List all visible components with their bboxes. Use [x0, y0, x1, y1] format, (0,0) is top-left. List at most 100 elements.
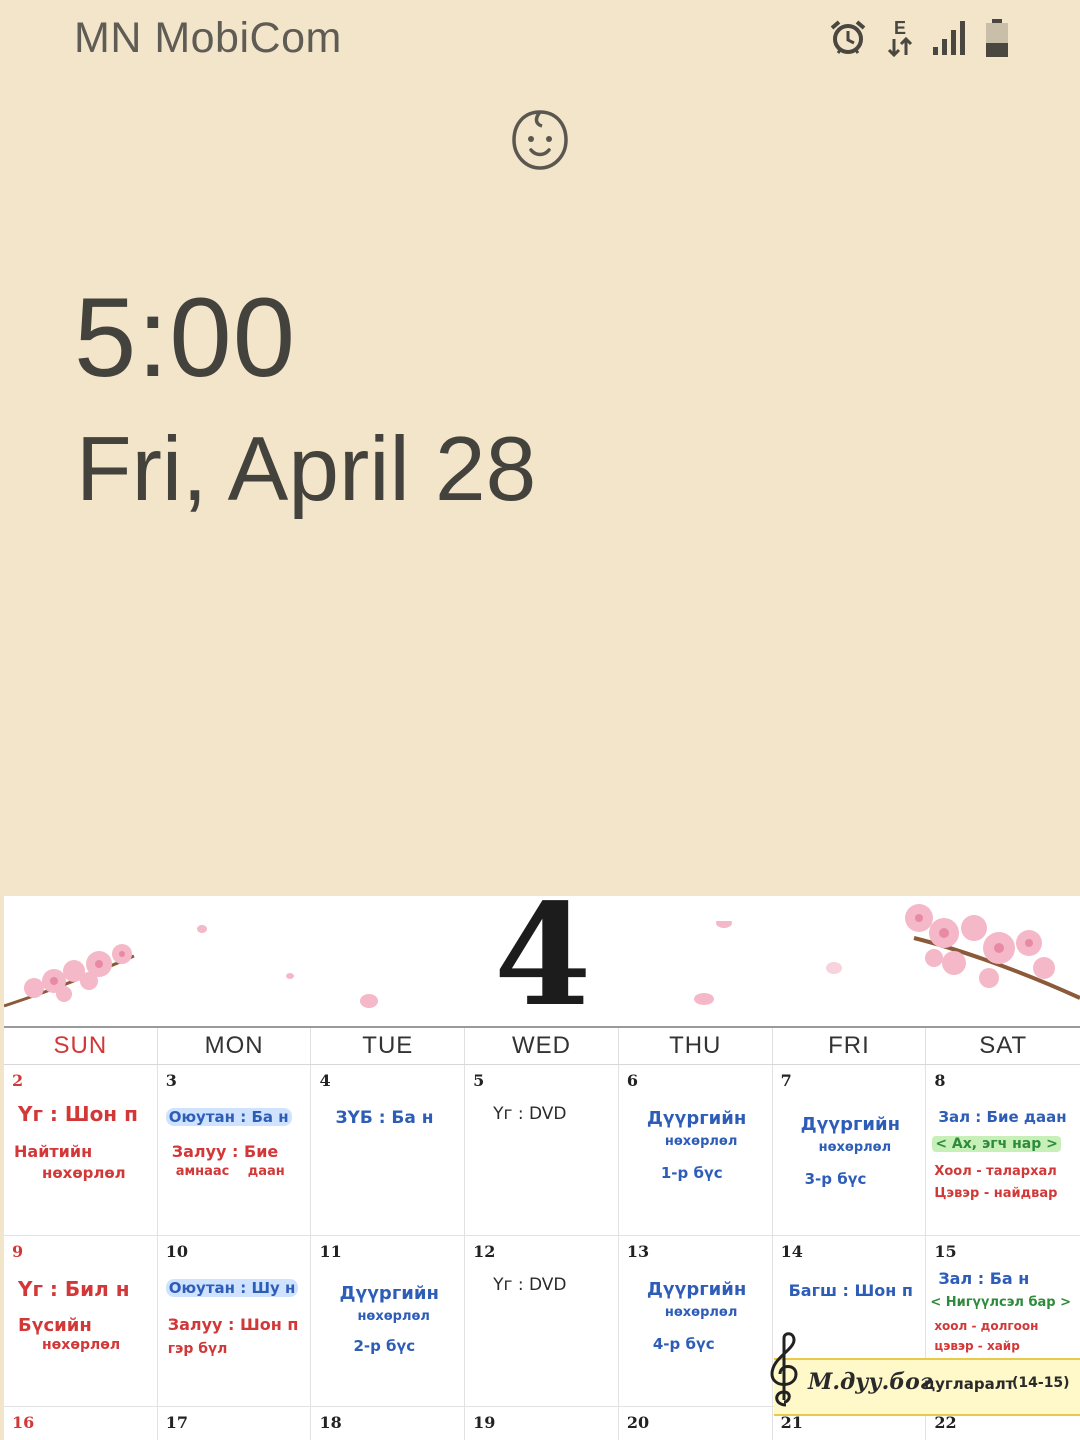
- event-text: гэр бүл: [167, 1341, 228, 1357]
- status-icons: E: [828, 14, 1010, 62]
- treble-clef-icon: [770, 1332, 798, 1407]
- day-number: 10: [165, 1242, 188, 1261]
- music-banner: М.дуу.бог цугларалт (14-15): [770, 1332, 1080, 1416]
- weekday-label: SAT: [979, 1032, 1028, 1059]
- calendar-day: 12 Үг : DVD: [465, 1236, 619, 1406]
- calendar-day: 2 Үг : Шон п Найтийн нөхөрлөл: [4, 1065, 158, 1235]
- month-number: 4: [494, 896, 592, 1038]
- weekday-label: THU: [619, 1028, 773, 1064]
- event-text: Үг : Шон п: [18, 1102, 138, 1126]
- day-number: 4: [319, 1071, 331, 1090]
- day-number: 14: [780, 1242, 803, 1261]
- event-text: Дүүргийн: [800, 1114, 901, 1135]
- calendar-day: 3 Оюутан : Ба н Залуу : Бие амнаас даан: [158, 1065, 312, 1235]
- calendar-day: 13 Дүүргийн нөхөрлөл 4-р бүс: [619, 1236, 773, 1406]
- calendar-header: 4: [4, 896, 1080, 1026]
- calendar-wallpaper: 4 SUN MON TUE WED THU FRI SAT 2 Үг : Шон…: [4, 896, 1080, 1440]
- day-number: 17: [165, 1413, 188, 1432]
- event-text: ЗҮБ : Ба н: [335, 1108, 434, 1128]
- calendar-day: 18: [311, 1407, 466, 1440]
- battery-icon: [984, 18, 1010, 58]
- day-number: 18: [319, 1413, 342, 1432]
- calendar-day: 10 Оюутан : Шу н Залуу : Шон п гэр бүл: [158, 1236, 312, 1406]
- event-text: Цэвэр - найдвар: [934, 1186, 1058, 1201]
- calendar-day: 5 Үг : DVD: [465, 1065, 619, 1235]
- lock-date: Fri, April 28: [76, 419, 537, 520]
- alarm-icon: [828, 18, 868, 58]
- weekday-label: SUN: [4, 1028, 158, 1064]
- event-text: < Нигүүлсэл бар >: [930, 1295, 1072, 1310]
- event-text: Үг : Бил н: [18, 1277, 130, 1301]
- weekday-label: MON: [158, 1028, 312, 1064]
- baby-face-icon[interactable]: [509, 106, 571, 174]
- day-number: 12: [473, 1242, 496, 1261]
- petal-icon: [826, 962, 842, 974]
- event-text: даан: [247, 1164, 285, 1179]
- event-text: Бүсийн: [18, 1315, 92, 1336]
- carrier-name: MN MobiCom: [74, 14, 342, 62]
- event-text: Залуу : Шон п: [167, 1315, 299, 1334]
- banner-title: М.дуу.бог: [808, 1369, 933, 1395]
- event-text: Залуу : Бие: [171, 1142, 279, 1161]
- event-text: цэвэр - хайр: [934, 1339, 1020, 1353]
- network-type-label: E: [893, 18, 906, 38]
- event-text: Найтийн: [14, 1142, 93, 1161]
- status-bar: MN MobiCom E: [0, 0, 1080, 78]
- calendar-day: 17: [158, 1407, 312, 1440]
- day-number: 11: [319, 1242, 342, 1261]
- calendar-day: 9 Үг : Бил н Бүсийн нөхөрлөл: [4, 1236, 158, 1406]
- event-text: нөхөрлөл: [42, 1337, 121, 1353]
- cherry-blossom-left-icon: [4, 944, 135, 1008]
- weekday-label: TUE: [311, 1028, 466, 1064]
- day-number: 19: [473, 1413, 496, 1432]
- calendar-day: 8 Зал : Бие даан < Ах, эгч нар > Хоол - …: [926, 1065, 1080, 1235]
- day-number: 7: [780, 1071, 792, 1090]
- event-text: 2-р бүс: [353, 1337, 416, 1355]
- banner-range: (14-15): [1012, 1375, 1070, 1391]
- event-text: хоол - долгоон: [934, 1319, 1039, 1333]
- event-text: Оюутан : Шу н: [165, 1279, 299, 1297]
- event-text: Дүүргийн: [646, 1108, 747, 1129]
- falling-petals-icon: [197, 921, 732, 1008]
- calendar-day: 20: [619, 1407, 773, 1440]
- event-text: 4-р бүс: [652, 1335, 715, 1353]
- event-text: Зал : Бие даан: [938, 1108, 1067, 1126]
- event-text: нөхөрлөл: [664, 1134, 738, 1149]
- day-number: 9: [12, 1242, 24, 1261]
- event-text: Үг : DVD: [493, 1275, 567, 1295]
- calendar-week: 2 Үг : Шон п Найтийн нөхөрлөл 3 Оюутан :…: [4, 1065, 1080, 1236]
- event-text: нөхөрлөл: [664, 1305, 738, 1320]
- day-number: 15: [934, 1242, 957, 1261]
- calendar-day: 6 Дүүргийн нөхөрлөл 1-р бүс: [619, 1065, 773, 1235]
- data-e-icon: E: [886, 19, 914, 57]
- event-text: Дүүргийн: [646, 1279, 747, 1300]
- event-text: < Ах, эгч нар >: [932, 1136, 1061, 1152]
- calendar-day: 16: [4, 1407, 158, 1440]
- event-text: нөхөрлөл: [818, 1140, 892, 1155]
- event-text: Дүүргийн: [339, 1283, 439, 1304]
- day-number: 16: [12, 1413, 35, 1432]
- day-number: 6: [626, 1071, 639, 1090]
- event-text: 3-р бүс: [804, 1170, 867, 1188]
- signal-icon: [932, 20, 966, 56]
- weekday-label: FRI: [773, 1028, 927, 1064]
- event-text: амнаас: [175, 1164, 230, 1179]
- day-number: 20: [626, 1413, 650, 1432]
- event-text: Үг : DVD: [493, 1104, 567, 1124]
- cherry-blossom-right-icon: [905, 904, 1080, 1000]
- lock-clock: 5:00: [74, 275, 296, 400]
- event-text: Зал : Ба н: [938, 1269, 1030, 1288]
- weekday-header-row: SUN MON TUE WED THU FRI SAT: [4, 1028, 1080, 1065]
- day-number: 13: [626, 1242, 650, 1261]
- event-text: нөхөрлөл: [357, 1309, 430, 1324]
- weekday-label: WED: [465, 1028, 619, 1064]
- banner-subtitle: цугларалт: [924, 1375, 1015, 1393]
- event-text: нөхөрлөл: [42, 1164, 126, 1182]
- day-number: 3: [165, 1071, 177, 1090]
- calendar-day: 7 Дүүргийн нөхөрлөл 3-р бүс: [773, 1065, 927, 1235]
- calendar-day: 4 ЗҮБ : Ба н: [311, 1065, 466, 1235]
- event-text: Хоол - талархал: [934, 1164, 1057, 1179]
- calendar-day: 19: [465, 1407, 619, 1440]
- day-number: 8: [934, 1071, 946, 1090]
- event-text: 1-р бүс: [660, 1164, 723, 1182]
